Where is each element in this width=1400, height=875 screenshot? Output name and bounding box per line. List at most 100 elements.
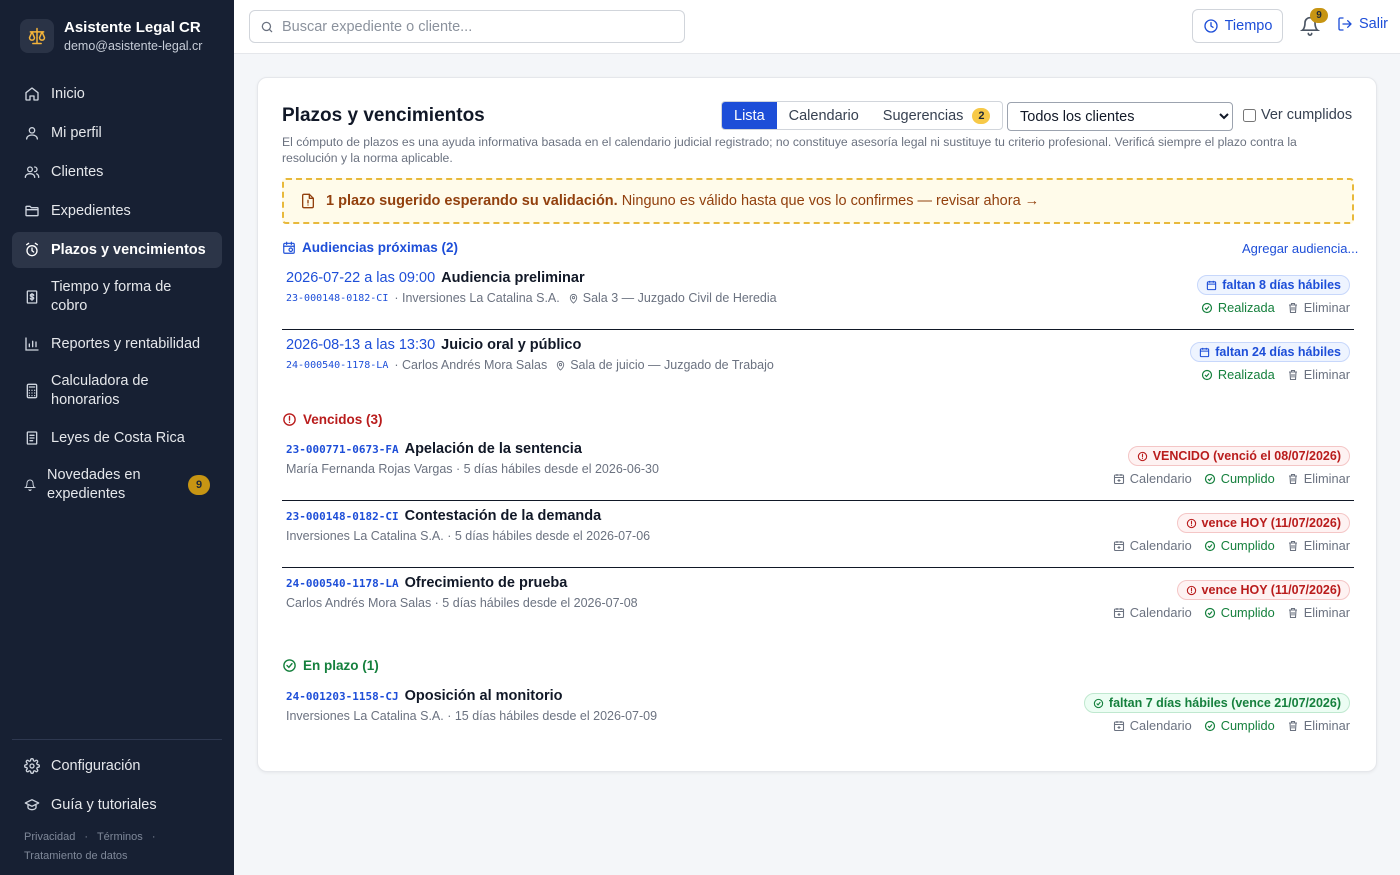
tab-sugerencias[interactable]: Sugerencias 2 [871,102,1003,129]
calendar-plus-icon [1113,540,1124,551]
map-pin-icon [569,293,577,304]
mark-done-button[interactable]: Cumplido [1204,605,1275,620]
calendar-label: Calendario [1129,605,1192,620]
status-badge: faltan 24 días hábiles [1190,342,1350,362]
status-badge: vence HOY (11/07/2026) [1176,513,1350,533]
tiempo-button[interactable]: Tiempo [1192,9,1283,43]
status-badge-label: vence HOY (11/07/2026) [1201,516,1341,530]
mark-done-button[interactable]: Cumplido [1204,538,1275,553]
sidebar-item-mi-perfil[interactable]: Mi perfil [12,115,222,151]
sidebar-item-label: Mi perfil [51,124,102,141]
footer-separator: · [151,831,156,843]
sidebar-item-label: Inicio [51,85,85,102]
mark-done-button[interactable]: Cumplido [1204,471,1275,486]
deadline-row: 23-000148-0182-CI Contestación de la dem… [282,501,1354,568]
search-input[interactable] [282,18,662,35]
hearings-heading-label: Audiencias próximas (2) [302,240,459,255]
folder-icon [25,205,39,217]
case-code-link[interactable]: 23-000148-0182-CI [286,293,388,304]
trash-icon [1288,369,1297,380]
deadlines-card: Plazos y vencimientos Lista Calendario S… [257,77,1377,772]
mark-done-button[interactable]: Cumplido [1204,718,1275,733]
ontime-heading: En plazo (1) [282,658,379,673]
hearings-heading: Audiencias próximas (2) [282,240,458,255]
tab-sugerencias-label: Sugerencias [882,107,964,124]
case-code-link[interactable]: 23-000148-0182-CI [286,510,399,523]
brand[interactable]: Asistente Legal CR demo@asistente-legal.… [20,18,202,54]
topbar: Tiempo 9 Salir [234,0,1400,54]
client-filter-select[interactable]: Todos los clientes [1007,102,1233,131]
sidebar-item-tiempo-cobro[interactable]: Tiempo y forma de cobro [12,271,222,323]
hearing-location: Sala de juicio — Juzgado de Trabajo [570,358,774,372]
sidebar-item-clientes[interactable]: Clientes [12,154,222,190]
sidebar-item-label: Plazos y vencimientos [51,241,206,258]
delete-button[interactable]: Eliminar [1287,718,1350,733]
case-code-link[interactable]: 23-000771-0673-FA [286,443,399,456]
mark-done-label: Cumplido [1220,718,1275,733]
add-to-calendar-button[interactable]: Calendario [1113,605,1192,620]
sidebar-item-expedientes[interactable]: Expedientes [12,193,222,229]
trash-icon [1288,607,1297,618]
sidebar-item-novedades[interactable]: Novedades en expedientes 9 [12,459,222,511]
sidebar-item-label: Clientes [51,163,104,180]
sidebar-footer: Privacidad · Términos · Tratamiento de d… [24,828,156,866]
delete-label: Eliminar [1303,367,1350,382]
mark-held-button[interactable]: Realizada [1201,300,1275,315]
data-treatment-link[interactable]: Tratamiento de datos [24,850,128,862]
tab-calendario[interactable]: Calendario [777,102,871,129]
deadline-row: 24-000540-1178-LA Ofrecimiento de prueba… [282,568,1354,635]
delete-button[interactable]: Eliminar [1287,471,1350,486]
deadline-title: Apelación de la sentencia [404,441,582,457]
status-badge-label: faltan 24 días hábiles [1215,345,1341,359]
status-badge-label: VENCIDO (venció el 08/07/2026) [1152,449,1341,463]
sidebar-item-leyes[interactable]: Leyes de Costa Rica [12,420,222,456]
delete-button[interactable]: Eliminar [1287,538,1350,553]
status-badge-label: faltan 7 días hábiles (vence 21/07/2026) [1108,696,1341,710]
add-to-calendar-button[interactable]: Calendario [1113,538,1192,553]
disclaimer-text: El cómputo de plazos es una ayuda inform… [282,135,1297,165]
sidebar-bottom: Configuración Guía y tutoriales [12,739,222,826]
deadline-row: 23-000771-0673-FA Apelación de la senten… [282,434,1354,501]
sidebar-item-plazos[interactable]: Plazos y vencimientos [12,232,222,268]
privacy-link[interactable]: Privacidad [24,831,75,843]
trash-icon [1288,302,1297,313]
show-completed-toggle[interactable]: Ver cumplidos [1243,107,1352,123]
hearing-datetime-link[interactable]: 2026-08-13 a las 13:30 [286,337,435,353]
hearing-title: Juicio oral y público [441,337,582,353]
add-hearing-link[interactable]: Agregar audiencia... [1242,241,1358,256]
case-code-link[interactable]: 24-000540-1178-LA [286,577,399,590]
clock-icon [1203,19,1218,33]
sidebar-item-calculadora[interactable]: Calculadora de honorarios [12,365,222,417]
tab-lista[interactable]: Lista [722,102,777,129]
terms-link[interactable]: Términos [97,831,143,843]
calendar-plus-icon [1113,607,1124,618]
delete-button[interactable]: Eliminar [1287,605,1350,620]
document-alert-icon [302,193,314,209]
delete-label: Eliminar [1303,605,1350,620]
book-icon [26,431,38,445]
sidebar-item-guia[interactable]: Guía y tutoriales [12,787,222,823]
case-code-link[interactable]: 24-000540-1178-LA [286,360,388,371]
hearing-datetime-link[interactable]: 2026-07-22 a las 09:00 [286,270,435,286]
check-circle-icon [1204,540,1215,551]
case-code-link[interactable]: 24-001203-1158-CJ [286,690,399,703]
footer-separator: · [84,831,89,843]
show-completed-checkbox[interactable] [1243,108,1256,122]
sidebar-item-configuracion[interactable]: Configuración [12,748,222,784]
status-badge: VENCIDO (venció el 08/07/2026) [1127,446,1350,466]
sidebar-item-inicio[interactable]: Inicio [12,76,222,112]
pending-suggestion-alert[interactable]: 1 plazo sugerido esperando su validación… [282,178,1354,224]
delete-button[interactable]: Eliminar [1287,300,1350,315]
delete-label: Eliminar [1303,718,1350,733]
search-box[interactable] [249,10,685,43]
add-to-calendar-button[interactable]: Calendario [1113,471,1192,486]
logout-button[interactable]: Salir [1337,16,1388,32]
delete-button[interactable]: Eliminar [1287,367,1350,382]
suggestions-count-badge: 2 [972,107,991,124]
hearing-client: · Inversiones La Catalina S.A. [394,291,560,305]
add-to-calendar-button[interactable]: Calendario [1113,718,1192,733]
tiempo-label: Tiempo [1224,18,1273,34]
mark-held-button[interactable]: Realizada [1201,367,1275,382]
trash-icon [1288,540,1297,551]
sidebar-item-reportes[interactable]: Reportes y rentabilidad [12,326,222,362]
